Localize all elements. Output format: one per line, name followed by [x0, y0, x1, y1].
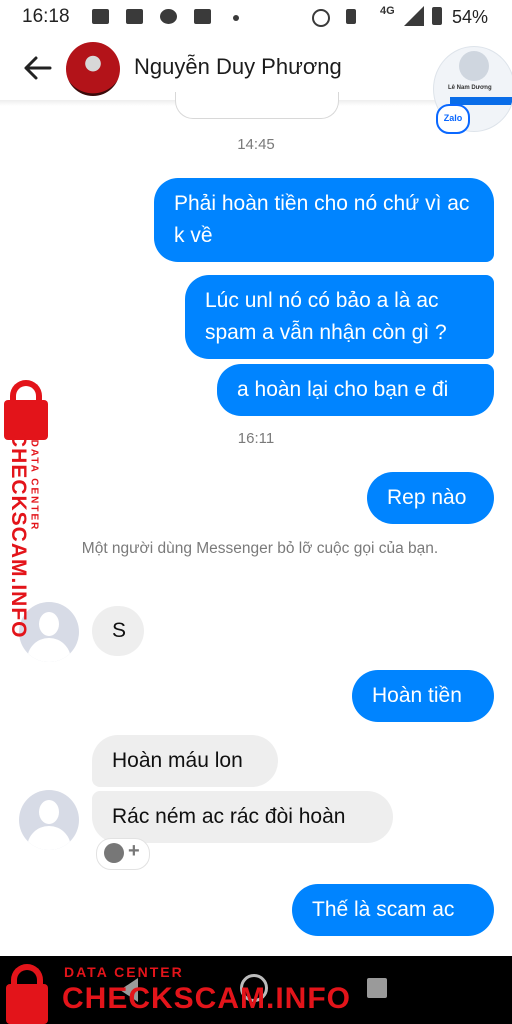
battery-percent: 54%: [452, 7, 489, 27]
sender-avatar[interactable]: [19, 790, 79, 850]
alarm-icon: [312, 9, 330, 27]
signal-icon: [404, 6, 424, 26]
vibrate-icon: [346, 9, 356, 24]
smiley-icon: [104, 843, 124, 863]
watermark-big-text: CHECKSCAM.INFO: [7, 432, 30, 639]
chat-head-name: Lê Nam Dương: [448, 85, 492, 91]
gallery-notification-icon: [92, 9, 109, 24]
battery-icon: [432, 7, 442, 25]
watermark-bottom-big: CHECKSCAM.INFO: [62, 982, 351, 1015]
network-type: 4G: [380, 5, 395, 17]
status-time: 16:18: [22, 6, 70, 27]
outgoing-message[interactable]: Lúc unl nó có bảo a là ac spam a vẫn nhậ…: [185, 275, 494, 359]
add-reaction-button[interactable]: +: [96, 838, 150, 870]
contact-name[interactable]: Nguyễn Duy Phương: [134, 54, 342, 80]
messenger-notification-icon: [160, 9, 177, 24]
contact-avatar[interactable]: [66, 42, 120, 96]
more-notifications-icon: [233, 15, 239, 21]
app-notification-icon: [194, 9, 211, 24]
outgoing-message[interactable]: Thế là scam ac: [292, 884, 494, 936]
watermark-vertical: DATA CENTER CHECKSCAM.INFO: [0, 380, 60, 640]
outgoing-message[interactable]: a hoàn lại cho bạn e đi: [217, 364, 494, 416]
incoming-message[interactable]: S: [92, 606, 144, 656]
nav-recents-icon[interactable]: [367, 978, 387, 998]
news-notification-icon: [126, 9, 143, 24]
timestamp: 14:45: [237, 136, 275, 153]
chat-head-avatar: [459, 51, 489, 81]
incoming-message[interactable]: Hoàn máu lon: [92, 735, 278, 787]
watermark-bottom-lock: [0, 962, 56, 1024]
zalo-badge[interactable]: Zalo: [436, 104, 470, 134]
outgoing-message[interactable]: Rep nào: [367, 472, 494, 524]
missed-call-note: Một người dùng Messenger bỏ lỡ cuộc gọi …: [81, 540, 439, 557]
watermark-bottom-small: DATA CENTER: [64, 964, 184, 980]
status-bar: 16:18 4G 54%: [0, 0, 512, 36]
watermark-small-text: DATA CENTER: [28, 439, 40, 532]
previous-message-edge: [175, 92, 339, 119]
incoming-message[interactable]: Rác ném ac rác đòi hoàn: [92, 791, 393, 843]
outgoing-message[interactable]: Phải hoàn tiền cho nó chứ vì ac k về: [154, 178, 494, 262]
outgoing-message[interactable]: Hoàn tiền: [352, 670, 494, 722]
plus-icon: +: [128, 840, 140, 862]
back-arrow-icon[interactable]: [20, 50, 56, 86]
timestamp: 16:11: [237, 430, 275, 447]
lock-body: [6, 984, 48, 1024]
